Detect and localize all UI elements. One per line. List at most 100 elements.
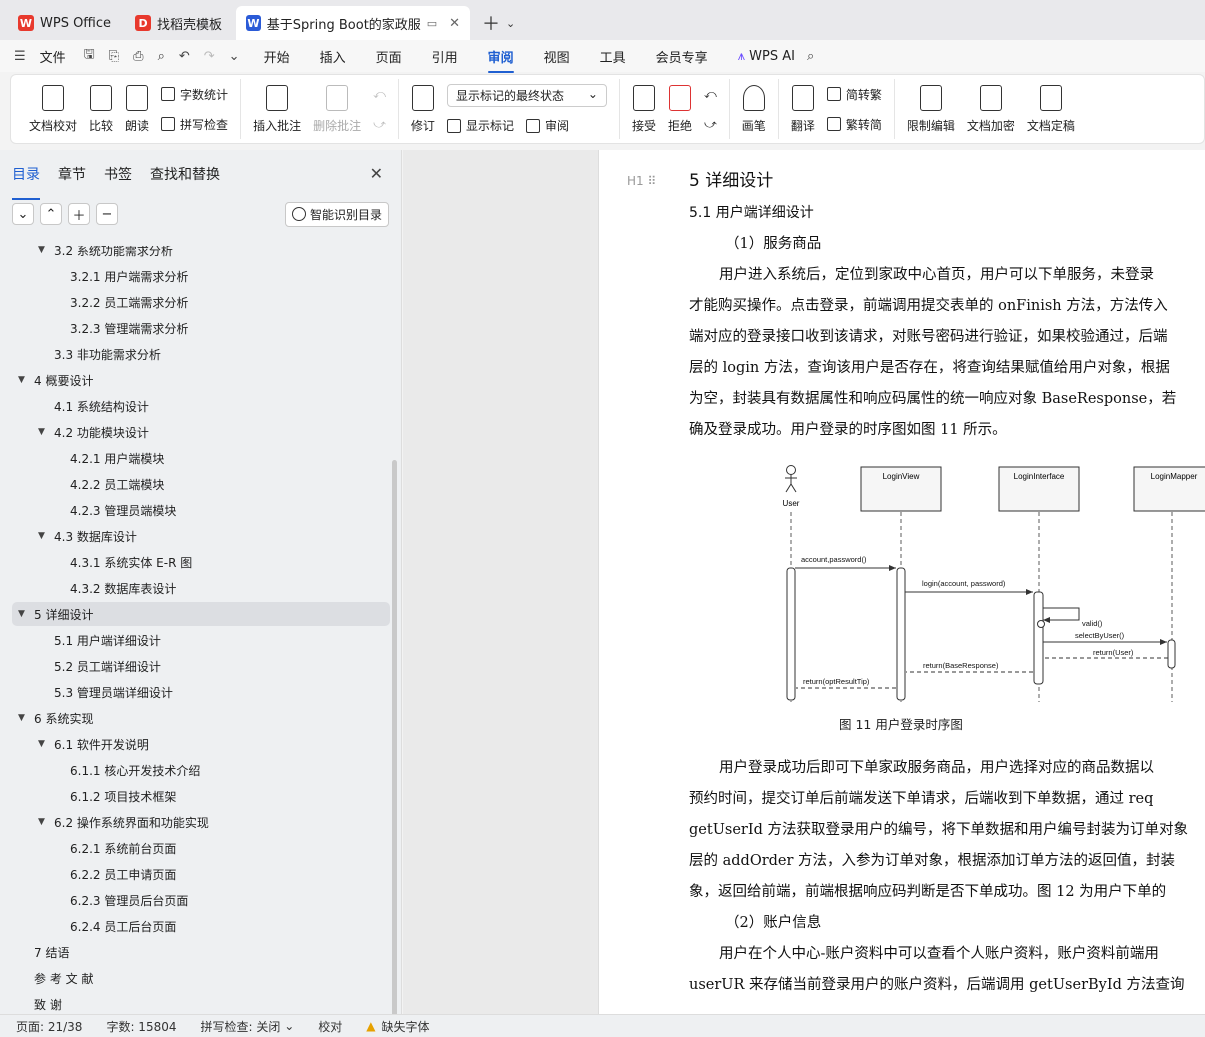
prev-comment-button[interactable]: ⤺ xyxy=(373,87,386,102)
toc-item[interactable]: 参 考 文 献 xyxy=(12,966,390,990)
toc-item[interactable]: 4.3.2 数据库表设计 xyxy=(12,576,390,600)
to-simplified-button[interactable]: 繁转简 xyxy=(826,116,882,133)
collapse-all-button[interactable]: ⌄ xyxy=(12,203,34,225)
print-icon[interactable]: ⎙ xyxy=(133,49,143,64)
prev-change-button[interactable]: ⤺ xyxy=(704,87,717,102)
toc-item[interactable]: 6.2.2 员工申请页面 xyxy=(12,862,390,886)
menu-page[interactable]: 页面 xyxy=(376,47,402,66)
heading-marker[interactable]: H1 ⠿ xyxy=(627,174,656,188)
toc-item[interactable]: 致 谢 xyxy=(12,992,390,1014)
close-icon[interactable]: ✕ xyxy=(370,164,383,183)
toc-item[interactable]: 6.2.4 员工后台页面 xyxy=(12,914,390,938)
accept-button[interactable]: 接受 xyxy=(626,79,662,139)
menu-tools[interactable]: 工具 xyxy=(600,47,626,66)
toc-item[interactable]: 6.1.1 核心开发技术介绍 xyxy=(12,758,390,782)
toc-item[interactable]: 5.1 用户端详细设计 xyxy=(12,628,390,652)
toc-item[interactable]: ▼ 4.3 数据库设计 xyxy=(12,524,390,548)
markup-mode-select[interactable]: 显示标记的最终状态 ⌄ xyxy=(446,84,607,107)
toc-item[interactable]: ▼ 5 详细设计 xyxy=(12,602,390,626)
hamburger-icon[interactable]: ☰ xyxy=(14,49,26,64)
toc-item[interactable]: 4.3.1 系统实体 E-R 图 xyxy=(12,550,390,574)
menu-references[interactable]: 引用 xyxy=(432,47,458,66)
toc-item[interactable]: 6.1.2 项目技术框架 xyxy=(12,784,390,808)
word-count-indicator[interactable]: 字数: 15804 xyxy=(106,1018,176,1035)
toc-item[interactable]: ▼ 4.2 功能模块设计 xyxy=(12,420,390,444)
translate-button[interactable]: 翻译 xyxy=(785,79,821,139)
toc-item[interactable]: 4.2.2 员工端模块 xyxy=(12,472,390,496)
caret-down-icon[interactable]: ▼ xyxy=(38,427,54,437)
caret-down-icon[interactable]: ▼ xyxy=(18,713,34,723)
review-pane-button[interactable]: 审阅 xyxy=(525,117,569,134)
remove-heading-button[interactable]: − xyxy=(96,203,118,225)
tab-wps-office[interactable]: W WPS Office xyxy=(8,6,121,40)
proofread-button[interactable]: 文档校对 xyxy=(23,79,83,139)
caret-down-icon[interactable]: ▼ xyxy=(38,739,54,749)
toc-item[interactable]: 4.1 系统结构设计 xyxy=(12,394,390,418)
toc-item[interactable]: 5.3 管理员端详细设计 xyxy=(12,680,390,704)
menu-member[interactable]: 会员专享 xyxy=(656,47,708,66)
toc-item[interactable]: ▼ 6.2 操作系统界面和功能实现 xyxy=(12,810,390,834)
menu-review[interactable]: 审阅 xyxy=(487,47,514,73)
save-icon[interactable]: 🖫 xyxy=(84,45,95,67)
toc-item[interactable]: ▼ 6 系统实现 xyxy=(12,706,390,730)
word-count-button[interactable]: 字数统计 xyxy=(161,86,228,103)
menu-view[interactable]: 视图 xyxy=(544,47,570,66)
toc-scrollbar[interactable] xyxy=(392,460,397,1020)
tab-chapters[interactable]: 章节 xyxy=(58,164,86,194)
compare-button[interactable]: 比较 xyxy=(83,79,119,139)
toc-item[interactable]: ▼ 4 概要设计 xyxy=(12,368,390,392)
toc-item[interactable]: 3.2.2 员工端需求分析 xyxy=(12,290,390,314)
new-tab-button[interactable]: ＋ ⌄ xyxy=(474,6,523,40)
reject-button[interactable]: 拒绝 xyxy=(662,79,698,139)
expand-up-button[interactable]: ⌃ xyxy=(40,203,62,225)
menu-wps-ai[interactable]: ⩚ WPS AI xyxy=(738,49,795,64)
caret-down-icon[interactable]: ▼ xyxy=(38,817,54,827)
monitor-icon[interactable]: ▭ xyxy=(427,17,437,30)
caret-down-icon[interactable]: ▼ xyxy=(18,609,34,619)
toc-item[interactable]: 5.2 员工端详细设计 xyxy=(12,654,390,678)
spell-check-button[interactable]: 拼写检查 xyxy=(161,116,228,133)
delete-comment-button[interactable]: 删除批注 xyxy=(307,79,367,139)
toc-item[interactable]: 4.2.1 用户端模块 xyxy=(12,446,390,470)
revise-button[interactable]: 修订 xyxy=(405,79,441,139)
encrypt-button[interactable]: 文档加密 xyxy=(961,79,1021,139)
ink-button[interactable]: 画笔 xyxy=(736,79,772,139)
toc-item[interactable]: 6.2.1 系统前台页面 xyxy=(12,836,390,860)
tab-docer-templates[interactable]: D 找稻壳模板 xyxy=(125,6,232,40)
tab-find-replace[interactable]: 查找和替换 xyxy=(150,164,220,194)
missing-font-indicator[interactable]: ▲ 缺失字体 xyxy=(366,1018,429,1035)
caret-down-icon[interactable]: ▼ xyxy=(18,375,34,385)
close-icon[interactable]: ✕ xyxy=(449,16,460,31)
read-aloud-button[interactable]: 朗读 xyxy=(119,79,155,139)
search-icon[interactable]: ⌕ xyxy=(807,49,814,64)
next-change-button[interactable]: ⤻ xyxy=(704,117,717,132)
link-icon[interactable]: ⎘ xyxy=(109,49,119,64)
menu-home[interactable]: 开始 xyxy=(264,47,290,66)
tab-toc[interactable]: 目录 xyxy=(12,164,40,200)
add-heading-button[interactable]: ＋ xyxy=(68,203,90,225)
insert-comment-button[interactable]: 插入批注 xyxy=(247,79,307,139)
menu-insert[interactable]: 插入 xyxy=(320,47,346,66)
chevron-down-icon[interactable]: ⌄ xyxy=(506,17,515,30)
toc-item[interactable]: 3.2.3 管理端需求分析 xyxy=(12,316,390,340)
to-traditional-button[interactable]: 简转繁 xyxy=(826,86,882,103)
caret-down-icon[interactable]: ▼ xyxy=(38,531,54,541)
toc-item[interactable]: 4.2.3 管理员端模块 xyxy=(12,498,390,522)
next-comment-button[interactable]: ⤻ xyxy=(373,117,386,132)
toc-item[interactable]: 3.2.1 用户端需求分析 xyxy=(12,264,390,288)
toc-item[interactable]: 7 结语 xyxy=(12,940,390,964)
toc-item[interactable]: ▼ 3.2 系统功能需求分析 xyxy=(12,246,390,262)
print-preview-icon[interactable]: ⌕ xyxy=(158,49,165,64)
redo-icon[interactable]: ↷ xyxy=(204,49,215,64)
document-page[interactable]: H1 ⠿ 5 详细设计 5.1 用户端详细设计 （1）服务商品 用户进入系统后，定… xyxy=(598,150,1205,1014)
undo-icon[interactable]: ↶ xyxy=(179,49,190,64)
restrict-edit-button[interactable]: 限制编辑 xyxy=(901,79,961,139)
chevron-down-icon[interactable]: ⌄ xyxy=(229,49,240,64)
toc-item[interactable]: 6.2.3 管理员后台页面 xyxy=(12,888,390,912)
proof-indicator[interactable]: 校对 xyxy=(318,1018,342,1035)
menu-file[interactable]: 文件 xyxy=(40,47,66,66)
finalize-button[interactable]: 文档定稿 xyxy=(1021,79,1081,139)
caret-down-icon[interactable]: ▼ xyxy=(38,246,54,255)
toc-item[interactable]: 3.3 非功能需求分析 xyxy=(12,342,390,366)
show-markup-button[interactable]: 显示标记 xyxy=(446,117,514,134)
